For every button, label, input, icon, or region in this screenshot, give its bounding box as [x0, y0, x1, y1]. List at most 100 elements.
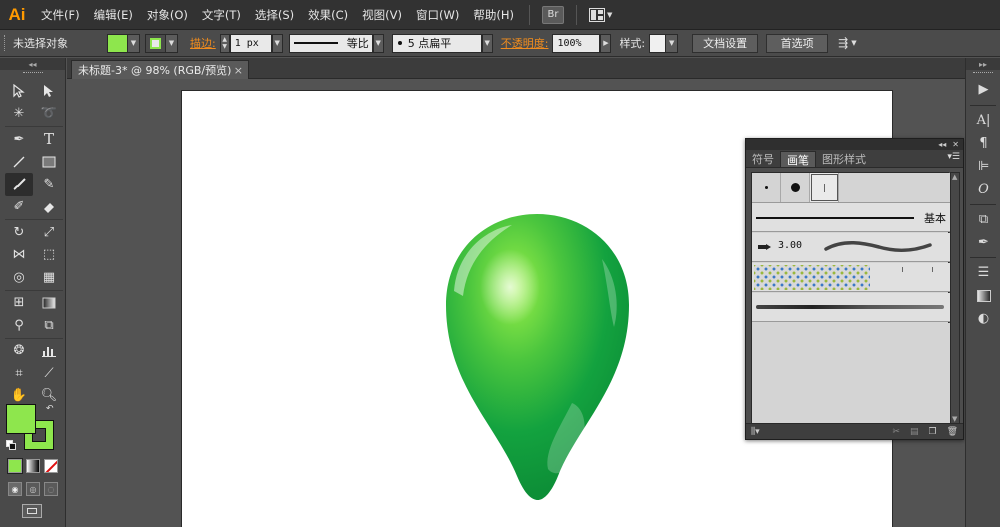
chevron-down-icon[interactable]: ▼: [271, 33, 283, 53]
default-fill-stroke-icon[interactable]: [6, 440, 16, 450]
opacity-control[interactable]: 100% ▶: [552, 33, 612, 53]
slice-tool-icon[interactable]: ⟋: [35, 362, 63, 385]
draw-behind-icon[interactable]: ◎: [26, 482, 40, 496]
remove-brush-stroke-icon[interactable]: ✂: [892, 427, 900, 437]
stepper-arrows-icon[interactable]: ▲ ▼: [219, 33, 230, 53]
document-tab[interactable]: 未标题-3* @ 98% (RGB/预览) ×: [71, 60, 249, 79]
opacity-field[interactable]: 100%: [552, 33, 601, 53]
close-icon[interactable]: ×: [234, 64, 243, 77]
gradient-tool-icon[interactable]: [35, 292, 63, 315]
new-brush-icon[interactable]: ❐: [928, 427, 936, 437]
pen-tool-icon[interactable]: ✒: [5, 128, 33, 151]
swap-fill-stroke-icon[interactable]: ↶: [46, 404, 54, 414]
scroll-down-icon[interactable]: ▼: [952, 415, 957, 423]
fill-color-control[interactable]: ▼: [107, 33, 140, 53]
menu-effect[interactable]: 效果(C): [301, 0, 355, 30]
panel-menu-icon[interactable]: ▾☰: [947, 152, 960, 162]
brush-small-dot[interactable]: [752, 173, 781, 202]
width-tool-icon[interactable]: ⋈: [5, 244, 33, 267]
arrange-documents-button[interactable]: ▼: [588, 7, 612, 22]
brush-row-pattern[interactable]: [752, 263, 950, 292]
scroll-up-icon[interactable]: ▲: [952, 173, 957, 181]
stroke-weight-field[interactable]: 1 px: [229, 33, 272, 53]
rectangle-tool-icon[interactable]: [35, 151, 63, 174]
brush-libraries-menu-icon[interactable]: ⫼▾: [751, 427, 760, 437]
align-panel-icon[interactable]: ⊫: [966, 155, 1000, 178]
selection-tool-icon[interactable]: [5, 80, 33, 103]
brush-large-dot[interactable]: [781, 173, 810, 202]
brush-flat-selected[interactable]: [810, 173, 839, 202]
delete-brush-icon[interactable]: 🗑︎: [947, 427, 958, 437]
panel-title-bar[interactable]: ◂◂ ✕: [746, 139, 963, 150]
paintbrush-tool-icon[interactable]: [5, 173, 33, 196]
menu-type[interactable]: 文字(T): [195, 0, 248, 30]
dock-grip[interactable]: ▸▸: [966, 58, 1000, 70]
none-mode-button[interactable]: [44, 459, 58, 473]
stroke-panel-icon[interactable]: ☰: [966, 261, 1000, 284]
blend-tool-icon[interactable]: ⧉: [35, 314, 63, 337]
type-tool-icon[interactable]: T: [35, 128, 63, 151]
layers-panel-icon[interactable]: ⧉: [966, 208, 1000, 231]
menu-view[interactable]: 视图(V): [355, 0, 409, 30]
gradient-mode-button[interactable]: [26, 459, 40, 473]
brush-row-bristle[interactable]: [752, 293, 950, 322]
color-mode-button[interactable]: [7, 458, 23, 474]
graphic-style-dropdown[interactable]: ▼: [649, 33, 679, 53]
menu-select[interactable]: 选择(S): [248, 0, 301, 30]
menu-file[interactable]: 文件(F): [34, 0, 87, 30]
character-panel-icon[interactable]: A|: [966, 109, 1000, 132]
screen-mode-button[interactable]: [22, 504, 42, 518]
document-setup-button[interactable]: 文档设置: [692, 33, 759, 53]
opentype-panel-icon[interactable]: O: [966, 178, 1000, 201]
brush-list-scrollbar[interactable]: ▲ ▼: [950, 172, 960, 424]
symbol-sprayer-tool-icon[interactable]: ❂: [5, 340, 33, 363]
menu-object[interactable]: 对象(O): [140, 0, 195, 30]
gradient-panel-icon[interactable]: [966, 284, 1000, 307]
lasso-tool-icon[interactable]: ➰: [35, 103, 63, 126]
draw-inside-icon[interactable]: ◌: [44, 482, 58, 496]
paragraph-panel-icon[interactable]: ¶: [966, 132, 1000, 155]
column-graph-tool-icon[interactable]: [35, 340, 63, 363]
fill-color-box[interactable]: [6, 404, 36, 434]
close-panel-icon[interactable]: ✕: [952, 140, 959, 149]
tab-symbols[interactable]: 符号: [746, 151, 780, 167]
line-segment-tool-icon[interactable]: [5, 151, 33, 174]
tab-brushes[interactable]: 画笔: [780, 151, 816, 167]
eraser-tool-icon[interactable]: [35, 196, 63, 219]
stroke-color-control[interactable]: ▼: [145, 33, 178, 53]
mesh-tool-icon[interactable]: ⊞: [5, 292, 33, 315]
stroke-weight-stepper[interactable]: ▲ ▼ 1 px ▼: [219, 33, 283, 53]
menu-help[interactable]: 帮助(H): [466, 0, 521, 30]
menu-edit[interactable]: 编辑(E): [87, 0, 140, 30]
go-to-bridge-button[interactable]: Br: [541, 5, 564, 24]
rotate-tool-icon[interactable]: ↻: [5, 221, 33, 244]
preferences-button[interactable]: 首选项: [766, 33, 829, 53]
control-bar-menu-button[interactable]: ⇶ ▼: [838, 36, 856, 50]
fill-stroke-control[interactable]: ↶: [6, 404, 56, 450]
brush-definition-dropdown[interactable]: 5 点扁平 ▼: [391, 33, 493, 53]
eyedropper-tool-icon[interactable]: ⚲: [5, 314, 33, 337]
pencil-tool-icon[interactable]: ✎: [35, 173, 63, 196]
free-transform-tool-icon[interactable]: ⬚: [35, 244, 63, 267]
transparency-panel-icon[interactable]: ◐: [966, 307, 1000, 330]
scale-tool-icon[interactable]: ⤢: [35, 221, 63, 244]
blob-brush-tool-icon[interactable]: ✐: [5, 196, 33, 219]
variable-width-profile-dropdown[interactable]: 等比 ▼: [288, 33, 384, 53]
draw-normal-icon[interactable]: ◉: [8, 482, 22, 496]
perspective-grid-tool-icon[interactable]: ▦: [35, 266, 63, 289]
shape-builder-tool-icon[interactable]: ◎: [5, 266, 33, 289]
artboard-tool-icon[interactable]: ⌗: [5, 362, 33, 385]
play-actions-icon[interactable]: ▶: [966, 76, 1000, 102]
brush-row-basic[interactable]: 基本: [752, 203, 950, 232]
tools-panel-grip[interactable]: ◂◂: [0, 58, 65, 70]
brush-row-art[interactable]: 3.00: [752, 233, 950, 262]
brush-options-icon[interactable]: ▤: [910, 427, 919, 437]
stroke-panel-link[interactable]: 描边:: [190, 35, 216, 51]
tab-graphic-styles[interactable]: 图形样式: [816, 151, 872, 167]
brushes-panel-icon[interactable]: ✒: [966, 231, 1000, 254]
magic-wand-tool-icon[interactable]: ✳: [5, 103, 33, 126]
menu-window[interactable]: 窗口(W): [409, 0, 466, 30]
collapse-panel-icon[interactable]: ◂◂: [938, 140, 946, 149]
opacity-panel-link[interactable]: 不透明度:: [501, 35, 549, 51]
direct-selection-tool-icon[interactable]: [35, 80, 63, 103]
